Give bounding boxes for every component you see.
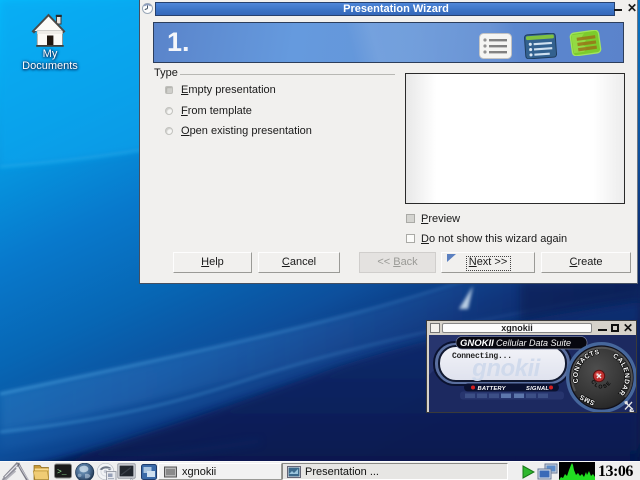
svg-text:SIGNAL: SIGNAL [526, 386, 549, 392]
svg-text:>_: >_ [57, 468, 67, 477]
svg-text:Connecting...: Connecting... [452, 352, 512, 361]
svg-text:GNOKII: GNOKII [460, 338, 494, 349]
svg-text:BATTERY: BATTERY [478, 386, 507, 392]
svg-text:Cellular Data Suite: Cellular Data Suite [496, 338, 571, 348]
